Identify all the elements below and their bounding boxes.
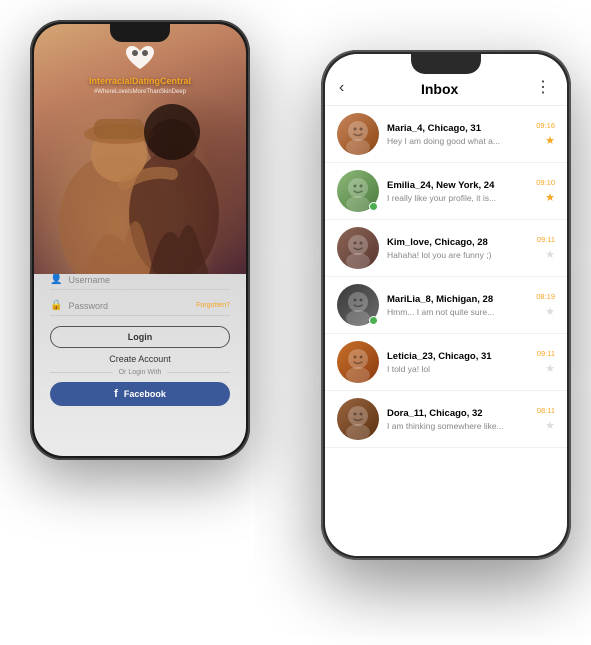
- create-account-link[interactable]: Create Account: [50, 354, 230, 364]
- online-indicator: [369, 202, 378, 211]
- avatar-wrap: [337, 113, 379, 155]
- divider-line-left: [50, 372, 113, 373]
- message-content: MariLia_8, Michigan, 28 Hmm... I am not q…: [387, 294, 528, 317]
- user-icon: 👤: [50, 274, 62, 285]
- divider-text: Or Login With: [119, 369, 162, 376]
- notch-right: [411, 54, 481, 74]
- sender-name: Kim_love, Chicago, 28: [387, 237, 529, 248]
- sender-name: Emilia_24, New York, 24: [387, 180, 528, 191]
- login-form: 👤 Username 🔒 Password Forgotten? Login C…: [34, 264, 246, 456]
- facebook-icon: f: [114, 388, 118, 400]
- avatar-wrap: [337, 227, 379, 269]
- avatar-wrap: [337, 170, 379, 212]
- message-meta: 08:11 ★: [537, 406, 555, 432]
- star-button[interactable]: ★: [545, 191, 555, 204]
- message-time: 09:10: [536, 178, 555, 187]
- message-time: 08:19: [536, 292, 555, 301]
- lock-icon: 🔒: [50, 300, 62, 311]
- inbox-list: Maria_4, Chicago, 31 Hey I am doing good …: [325, 106, 567, 556]
- sender-name: Dora_11, Chicago, 32: [387, 408, 529, 419]
- star-button[interactable]: ★: [545, 248, 555, 261]
- avatar: [337, 398, 379, 440]
- message-preview: I am thinking somewhere like...: [387, 421, 529, 431]
- sender-name: Leticia_23, Chicago, 31: [387, 351, 529, 362]
- phone-inbox: ‹ Inbox ⋮ Maria_4, Chicago, 31 Hey I am d…: [321, 50, 571, 560]
- logo-area: InterracialDatingCentral #WhereLoveIsMor…: [34, 44, 246, 95]
- logo-heart-icon: [124, 44, 156, 72]
- divider: Or Login With: [50, 369, 230, 376]
- sender-name: Maria_4, Chicago, 31: [387, 123, 528, 134]
- notch-left: [110, 24, 170, 42]
- message-time: 09:16: [536, 121, 555, 130]
- message-meta: 09:16 ★: [536, 121, 555, 147]
- message-content: Dora_11, Chicago, 32 I am thinking somewh…: [387, 408, 529, 431]
- avatar-wrap: [337, 398, 379, 440]
- message-time: 08:11: [537, 406, 555, 415]
- message-preview: Hey I am doing good what a...: [387, 136, 528, 146]
- message-content: Kim_love, Chicago, 28 Hahaha! lol you are…: [387, 237, 529, 260]
- message-content: Maria_4, Chicago, 31 Hey I am doing good …: [387, 123, 528, 146]
- inbox-item[interactable]: Dora_11, Chicago, 32 I am thinking somewh…: [325, 391, 567, 448]
- star-button[interactable]: ★: [545, 305, 555, 318]
- forgotten-link[interactable]: Forgotten?: [196, 302, 230, 309]
- phone-login: InterracialDatingCentral #WhereLoveIsMor…: [30, 20, 250, 460]
- message-content: Leticia_23, Chicago, 31 I told ya! lol: [387, 351, 529, 374]
- inbox-item[interactable]: Emilia_24, New York, 24 I really like you…: [325, 163, 567, 220]
- facebook-label: Facebook: [124, 389, 166, 399]
- message-meta: 09:11 ★: [537, 349, 555, 375]
- login-button[interactable]: Login: [50, 326, 230, 348]
- password-input[interactable]: Password: [68, 301, 196, 311]
- inbox-item[interactable]: Leticia_23, Chicago, 31 I told ya! lol 09:…: [325, 334, 567, 391]
- inbox-title: Inbox: [421, 81, 458, 97]
- username-row[interactable]: 👤 Username: [50, 274, 230, 290]
- back-button[interactable]: ‹: [339, 79, 344, 97]
- avatar: [337, 341, 379, 383]
- avatar-wrap: [337, 284, 379, 326]
- username-input[interactable]: Username: [68, 275, 230, 285]
- message-time: 09:11: [537, 349, 555, 358]
- divider-line-right: [167, 372, 230, 373]
- scene: InterracialDatingCentral #WhereLoveIsMor…: [0, 0, 591, 645]
- message-preview: I really like your profile, it is...: [387, 193, 528, 203]
- brand-tagline: #WhereLoveIsMoreThanSkinDeep: [94, 89, 186, 95]
- message-meta: 09:10 ★: [536, 178, 555, 204]
- message-preview: I told ya! lol: [387, 364, 529, 374]
- message-time: 09:11: [537, 235, 555, 244]
- message-meta: 08:19 ★: [536, 292, 555, 318]
- message-preview: Hmm... I am not quite sure...: [387, 307, 528, 317]
- message-meta: 09:11 ★: [537, 235, 555, 261]
- message-preview: Hahaha! lol you are funny ;): [387, 250, 529, 260]
- password-row[interactable]: 🔒 Password Forgotten?: [50, 300, 230, 316]
- star-button[interactable]: ★: [545, 419, 555, 432]
- message-content: Emilia_24, New York, 24 I really like you…: [387, 180, 528, 203]
- star-button[interactable]: ★: [545, 134, 555, 147]
- sender-name: MariLia_8, Michigan, 28: [387, 294, 528, 305]
- avatar-wrap: [337, 341, 379, 383]
- avatar: [337, 227, 379, 269]
- brand-name: InterracialDatingCentral: [89, 76, 191, 87]
- inbox-item[interactable]: Kim_love, Chicago, 28 Hahaha! lol you are…: [325, 220, 567, 277]
- inbox-item[interactable]: Maria_4, Chicago, 31 Hey I am doing good …: [325, 106, 567, 163]
- star-button[interactable]: ★: [545, 362, 555, 375]
- avatar: [337, 113, 379, 155]
- online-indicator: [369, 316, 378, 325]
- inbox-item[interactable]: MariLia_8, Michigan, 28 Hmm... I am not q…: [325, 277, 567, 334]
- menu-button[interactable]: ⋮: [535, 77, 553, 97]
- facebook-button[interactable]: f Facebook: [50, 382, 230, 406]
